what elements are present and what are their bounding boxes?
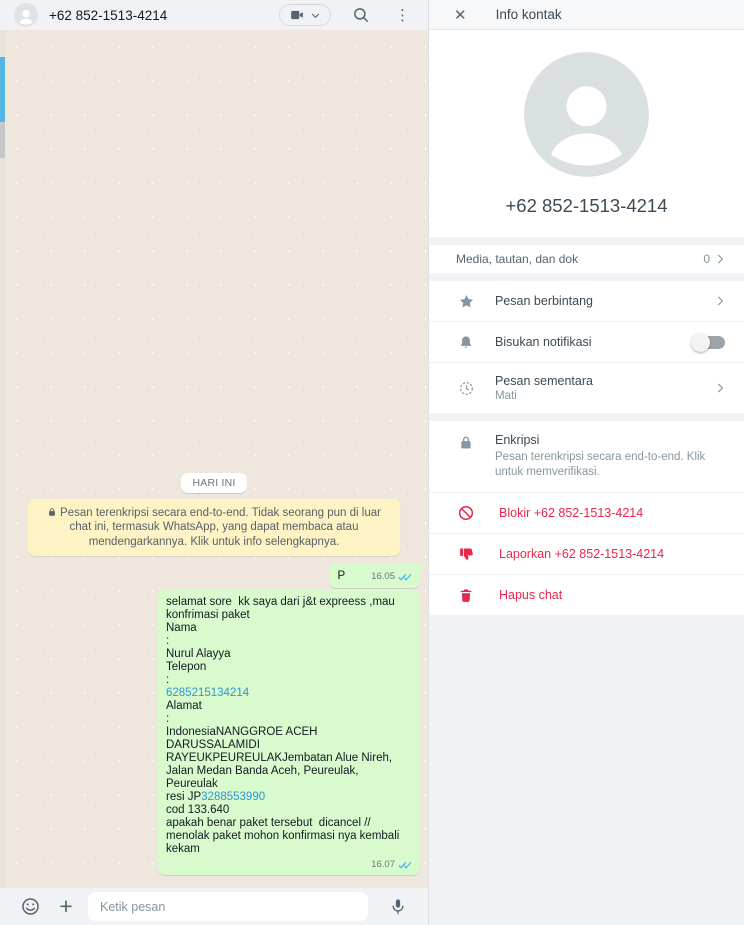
contact-info-panel: ✕ Info kontak +62 852-1513-4214 Media, t…	[428, 0, 744, 925]
left-scrollbar-segment	[0, 122, 5, 158]
chat-contact-name[interactable]: +62 852-1513-4214	[49, 8, 279, 23]
message-time: 16.07	[371, 859, 395, 870]
encryption-description: Pesan terenkripsi secara end-to-end. Kli…	[495, 451, 706, 478]
message-segment: selamat sore kk saya dari j&t expreess ,…	[166, 596, 395, 686]
chevron-right-icon	[717, 383, 724, 393]
mute-notifications-row[interactable]: Bisukan notifikasi	[429, 322, 744, 362]
chat-header-actions: ⋮	[279, 4, 414, 26]
security-actions-card: Enkripsi Pesan terenkripsi secara end-to…	[429, 421, 744, 615]
message-meta: 16.05	[371, 570, 412, 583]
disappearing-messages-value: Mati	[495, 390, 517, 402]
search-in-chat-button[interactable]	[351, 5, 371, 25]
video-call-button[interactable]	[279, 4, 331, 26]
encryption-notice-banner[interactable]: Pesan terenkripsi secara end-to-end. Tid…	[28, 498, 400, 556]
person-placeholder-icon	[14, 3, 38, 27]
lock-icon	[49, 507, 55, 516]
left-scrollbar-thumb[interactable]	[0, 57, 5, 122]
bubble-tail	[419, 563, 427, 574]
report-contact-label: Laporkan +62 852-1513-4214	[499, 547, 665, 561]
date-divider-chip: HARI INI	[181, 472, 247, 493]
chevron-right-icon	[717, 296, 724, 306]
message-composer: +	[0, 888, 428, 925]
chevron-right-icon	[717, 254, 724, 264]
microphone-icon	[392, 899, 404, 915]
message-time: 16.05	[371, 571, 395, 582]
delete-chat-label: Hapus chat	[499, 588, 563, 602]
plus-icon: +	[59, 893, 73, 919]
message-segment: Alamat : IndonesiaNANGGROE ACEH DARUSSAL…	[166, 700, 393, 803]
message-input[interactable]	[88, 892, 368, 921]
lock-icon	[461, 436, 471, 449]
media-row-label: Media, tautan, dan dok	[456, 252, 579, 266]
video-camera-icon	[291, 10, 303, 20]
outgoing-message[interactable]: P 16.05	[328, 563, 427, 588]
message-text: P	[337, 570, 346, 582]
contact-avatar-large[interactable]	[524, 52, 649, 177]
media-count-badge: 0	[703, 252, 710, 266]
star-icon	[459, 294, 473, 308]
message-text: selamat sore kk saya dari j&t expreess ,…	[166, 596, 412, 856]
info-panel-body: +62 852-1513-4214 Media, tautan, dan dok…	[429, 30, 744, 925]
contact-phone-number: +62 852-1513-4214	[505, 195, 668, 216]
mute-notifications-label: Bisukan notifikasi	[495, 335, 592, 349]
bell-icon	[460, 335, 472, 348]
chat-panel: +62 852-1513-4214 ⋮ HARI INI Pesan teren…	[0, 0, 428, 925]
close-icon[interactable]: ✕	[454, 6, 467, 24]
disappearing-messages-label: Pesan sementara	[495, 374, 593, 388]
media-links-docs-row[interactable]: Media, tautan, dan dok 0	[429, 245, 744, 273]
left-scrollbar-track	[0, 30, 5, 888]
profile-card: +62 852-1513-4214	[429, 30, 744, 237]
chat-header: +62 852-1513-4214 ⋮	[0, 0, 428, 30]
voice-message-button[interactable]	[384, 893, 412, 921]
search-icon	[354, 8, 369, 23]
contact-avatar-small[interactable]	[14, 3, 38, 27]
outgoing-message[interactable]: selamat sore kk saya dari j&t expreess ,…	[158, 590, 420, 875]
chevron-down-icon	[311, 13, 320, 18]
chat-menu-button[interactable]: ⋮	[391, 8, 414, 23]
toggle-knob	[691, 332, 710, 352]
message-meta: 16.07	[166, 858, 412, 871]
settings-card: Pesan berbintang Bisukan notifikasi Pesa…	[429, 281, 744, 413]
smiley-icon	[21, 898, 39, 915]
whatsapp-window: +62 852-1513-4214 ⋮ HARI INI Pesan teren…	[0, 0, 744, 925]
trash-icon	[460, 589, 472, 602]
starred-messages-row[interactable]: Pesan berbintang	[429, 281, 744, 321]
info-panel-title: Info kontak	[495, 7, 562, 22]
read-receipt-double-check-icon	[398, 573, 412, 581]
emoji-button[interactable]	[16, 893, 44, 921]
disappearing-messages-row[interactable]: Pesan sementara Mati	[429, 363, 744, 413]
timer-icon	[459, 381, 473, 395]
info-panel-header: ✕ Info kontak	[429, 0, 744, 30]
chat-message-area: HARI INI Pesan terenkripsi secara end-to…	[0, 30, 428, 888]
message-segment: cod 133.640 apakah benar paket tersebut …	[166, 804, 400, 855]
phone-number-link[interactable]: 6285215134214	[166, 687, 249, 699]
block-icon	[458, 505, 474, 521]
mute-toggle[interactable]	[691, 332, 725, 352]
panel-background-fill	[429, 615, 744, 925]
person-placeholder-icon	[524, 52, 649, 177]
tracking-number-link[interactable]: 3288553990	[201, 791, 265, 803]
block-contact-label: Blokir +62 852-1513-4214	[499, 506, 644, 520]
block-contact-row[interactable]: Blokir +62 852-1513-4214	[429, 493, 744, 533]
starred-messages-label: Pesan berbintang	[495, 294, 593, 308]
report-contact-row[interactable]: Laporkan +62 852-1513-4214	[429, 534, 744, 574]
delete-chat-row[interactable]: Hapus chat	[429, 575, 744, 615]
encryption-notice-text: Pesan terenkripsi secara end-to-end. Tid…	[60, 506, 381, 548]
thumbs-down-icon	[459, 547, 473, 560]
attach-button[interactable]: +	[52, 893, 80, 921]
read-receipt-double-check-icon	[398, 861, 412, 869]
encryption-title: Enkripsi	[495, 433, 540, 447]
encryption-row[interactable]: Enkripsi Pesan terenkripsi secara end-to…	[429, 421, 744, 492]
